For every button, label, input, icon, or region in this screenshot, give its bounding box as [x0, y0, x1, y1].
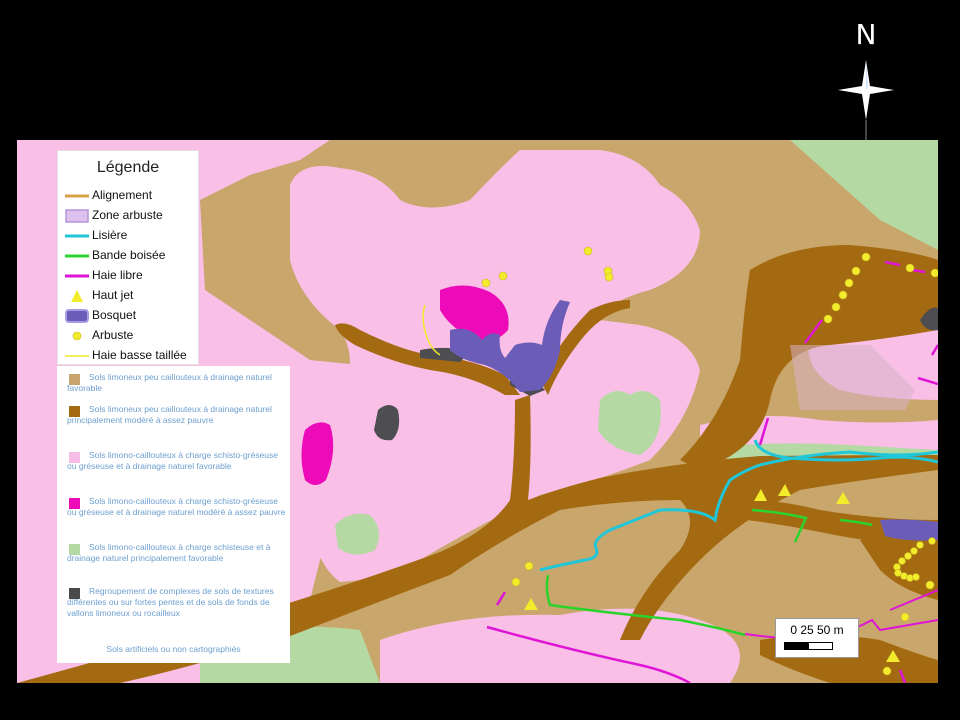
soil-legend: Sols limoneux peu caillouteux à drainage… — [57, 366, 290, 663]
legend-item-haie-libre: Haie libre — [62, 266, 198, 286]
soil-label: Sols limoneux peu caillouteux à drainage… — [67, 404, 272, 425]
legend-item-zone-arbuste: Zone arbuste — [62, 206, 198, 226]
legend-item-haut-jet: Haut jet — [62, 286, 198, 306]
soil-green-small — [335, 513, 379, 555]
legend-label: Bosquet — [92, 308, 137, 322]
legend-item-bande-boisee: Bande boisée — [62, 246, 198, 266]
scale-label: 0 25 50 m — [790, 623, 844, 637]
legend-label: Lisière — [92, 228, 128, 242]
zone-arbuste-box-icon — [65, 209, 89, 223]
scale-bar-graphic — [784, 642, 833, 650]
bosquet-box-icon — [65, 309, 89, 323]
legend-label: Haut jet — [92, 288, 134, 302]
bande-boisee-line-icon — [65, 254, 89, 258]
north-arrow: N — [830, 14, 902, 144]
scale-bar: 0 25 50 m — [775, 618, 859, 658]
legend-item-bosquet: Bosquet — [62, 306, 198, 326]
soil-label: Sols limono-caillouteux à charge schisto… — [67, 496, 286, 517]
legend-label: Arbuste — [92, 328, 134, 342]
soil-label: Sols artificiels ou non cartographiés — [106, 644, 241, 654]
haut-jet-triangle-icon — [71, 290, 83, 302]
legend-title: Légende — [96, 159, 160, 176]
legend-label: Haie basse taillée — [92, 348, 187, 362]
legend-label: Alignement — [92, 188, 153, 202]
arbuste-dot-icon — [72, 331, 82, 341]
compass-star-icon — [838, 60, 894, 142]
legend-label: Haie libre — [92, 268, 143, 282]
legend-label: Zone arbuste — [92, 208, 163, 222]
soil-label: Sols limono-caillouteux à charge schisto… — [67, 450, 278, 471]
legend-item-lisiere: Lisière — [62, 226, 198, 246]
soil-label: Sols limoneux peu caillouteux à drainage… — [67, 372, 272, 393]
soil-label: Regroupement de complexes de sols de tex… — [67, 586, 274, 618]
soil-label: Sols limono-caillouteux à charge schiste… — [67, 542, 271, 563]
haie-libre-line-icon — [65, 274, 89, 278]
map-legend: Légende Alignement Zone arbuste Lisière … — [57, 150, 199, 365]
lisiere-line-icon — [65, 234, 89, 238]
haie-basse-taillee-line-icon — [65, 355, 89, 357]
legend-item-alignement: Alignement — [62, 186, 198, 206]
legend-label: Bande boisée — [92, 248, 166, 262]
legend-item-arbuste: Arbuste — [62, 326, 198, 346]
legend-item-haie-basse-taillee: Haie basse taillée — [62, 346, 198, 366]
alignement-line-icon — [65, 194, 89, 198]
